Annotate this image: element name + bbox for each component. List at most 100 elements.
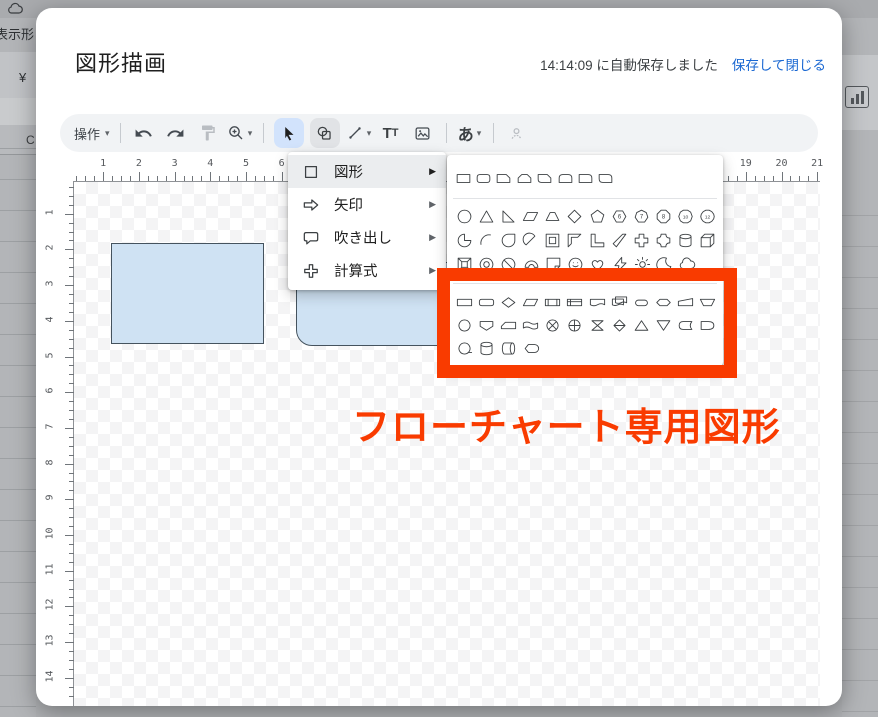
- shape-option-cylinder-icon[interactable]: [675, 231, 697, 250]
- ruler-tick: [65, 392, 74, 393]
- shape-option-cube-icon[interactable]: [697, 231, 719, 250]
- shape-option-plaque-icon[interactable]: [653, 231, 675, 250]
- ruler-tick: [69, 490, 74, 491]
- sheet-row-line: [0, 458, 36, 459]
- shape-option-round-top-corners-icon[interactable]: [555, 169, 575, 188]
- ruler-tick: [175, 172, 176, 181]
- toolbar-divider: [493, 123, 494, 143]
- sheet-row-line: [0, 396, 36, 397]
- ruler-tick: [69, 633, 74, 634]
- menu-item-label: 計算式: [334, 260, 378, 281]
- comment-button[interactable]: [504, 118, 530, 148]
- shape-row: [451, 228, 719, 252]
- shape-option-rect-icon[interactable]: [453, 169, 473, 188]
- ruler-number: 3: [45, 276, 56, 292]
- shape-option-round-corner-icon[interactable]: [575, 169, 595, 188]
- sheet-row-line: [0, 582, 36, 583]
- ruler-tick: [69, 232, 74, 233]
- vertical-ruler: [73, 181, 74, 706]
- ruler-tick: [85, 176, 86, 181]
- shape-option-corner-icon[interactable]: [586, 231, 608, 250]
- chart-icon: [845, 86, 869, 108]
- shape-option-diamond-icon[interactable]: [564, 207, 586, 226]
- ruler-tick: [130, 176, 131, 181]
- shape-option-dodecagon-icon[interactable]: 12: [697, 207, 719, 226]
- shape-option-frame-icon[interactable]: [542, 231, 564, 250]
- select-tool-button[interactable]: [274, 118, 304, 148]
- shape-option-round-rect-icon[interactable]: [473, 169, 493, 188]
- undo-button[interactable]: [131, 118, 157, 148]
- shape-option-pie-icon[interactable]: [453, 231, 475, 250]
- ruler-tick: [103, 172, 104, 181]
- ruler-tick: [65, 571, 74, 572]
- shape-option-round-diagonal-corners-icon[interactable]: [596, 169, 616, 188]
- zoom-button[interactable]: ▾: [227, 118, 253, 148]
- shape-tool-button[interactable]: [310, 118, 340, 148]
- ruler-number: 8: [45, 454, 56, 470]
- shape-option-trapezoid-icon[interactable]: [542, 207, 564, 226]
- sheet-row-line: [0, 675, 36, 676]
- sheet-row-line: [0, 706, 36, 707]
- shape-option-circle-icon[interactable]: [453, 207, 475, 226]
- shape-option-octagon-icon[interactable]: 8: [653, 207, 675, 226]
- shape-option-snip-top-corners-icon[interactable]: [514, 169, 534, 188]
- actions-menu-button[interactable]: 操作 ▾: [74, 118, 110, 148]
- currency-format-button[interactable]: ¥: [19, 70, 26, 85]
- ruler-tick: [728, 176, 729, 181]
- text-icon: T: [383, 125, 392, 142]
- insert-image-button[interactable]: [410, 118, 436, 148]
- comment-person-icon: [507, 124, 526, 143]
- ruler-tick: [799, 176, 800, 181]
- ruler-tick: [255, 176, 256, 181]
- ruler-tick: [790, 176, 791, 181]
- ruler-tick: [808, 176, 809, 181]
- menu-item-shapes[interactable]: 図形▶: [288, 155, 446, 188]
- menu-item-equation[interactable]: 計算式▶: [288, 254, 446, 287]
- menu-item-callouts[interactable]: 吹き出し▶: [288, 221, 446, 254]
- shape-option-hexagon-icon[interactable]: 6: [608, 207, 630, 226]
- ruler-tick: [69, 267, 74, 268]
- shape-option-decagon-icon[interactable]: 10: [675, 207, 697, 226]
- shape-square-icon: [301, 162, 321, 182]
- shape-option-pentagon-icon[interactable]: [586, 207, 608, 226]
- ruler-tick: [817, 172, 818, 181]
- text-tool-button[interactable]: TT: [378, 118, 404, 148]
- shape-option-chord-icon[interactable]: [520, 231, 542, 250]
- shape-option-snip-round-corner-icon[interactable]: [535, 169, 555, 188]
- ruler-number: 5: [45, 347, 56, 363]
- image-icon: [413, 124, 432, 143]
- shape-option-heptagon-icon[interactable]: 7: [630, 207, 652, 226]
- ruler-tick: [69, 589, 74, 590]
- paint-format-button[interactable]: [195, 118, 221, 148]
- line-tool-button[interactable]: ▾: [346, 118, 372, 148]
- menu-item-arrows[interactable]: 矢印▶: [288, 188, 446, 221]
- ruler-tick: [69, 696, 74, 697]
- shape-option-diagonal-stripe-icon[interactable]: [608, 231, 630, 250]
- shape-option-snip-corner-icon[interactable]: [494, 169, 514, 188]
- ruler-tick: [273, 176, 274, 181]
- ruler-number: 12: [45, 597, 56, 613]
- sheet-row-line: [842, 339, 878, 340]
- ruler-tick: [69, 374, 74, 375]
- shape-option-cross-icon[interactable]: [630, 231, 652, 250]
- ruler-tick: [69, 651, 74, 652]
- autosave-status: 14:14:09 に自動保存しました: [540, 54, 718, 74]
- ruler-number: 6: [45, 383, 56, 399]
- ruler-tick: [157, 176, 158, 181]
- save-and-close-button[interactable]: 保存して閉じる: [732, 54, 826, 74]
- shape-option-right-triangle-icon[interactable]: [497, 207, 519, 226]
- redo-button[interactable]: [163, 118, 189, 148]
- ruler-tick: [69, 419, 74, 420]
- shape-option-arc-icon[interactable]: [475, 231, 497, 250]
- redo-icon: [166, 124, 185, 143]
- shape-option-teardrop-icon[interactable]: [497, 231, 519, 250]
- sheet-row-line: [0, 179, 36, 180]
- shape-option-parallelogram-icon[interactable]: [520, 207, 542, 226]
- ruler-tick: [69, 240, 74, 241]
- shape-option-half-frame-icon[interactable]: [564, 231, 586, 250]
- canvas-rectangle-shape[interactable]: [111, 243, 264, 344]
- shape-option-triangle-icon[interactable]: [475, 207, 497, 226]
- menu-item-label: 矢印: [334, 194, 363, 215]
- ruler-number: 19: [738, 158, 754, 169]
- wordart-button[interactable]: あ ▾: [457, 118, 483, 148]
